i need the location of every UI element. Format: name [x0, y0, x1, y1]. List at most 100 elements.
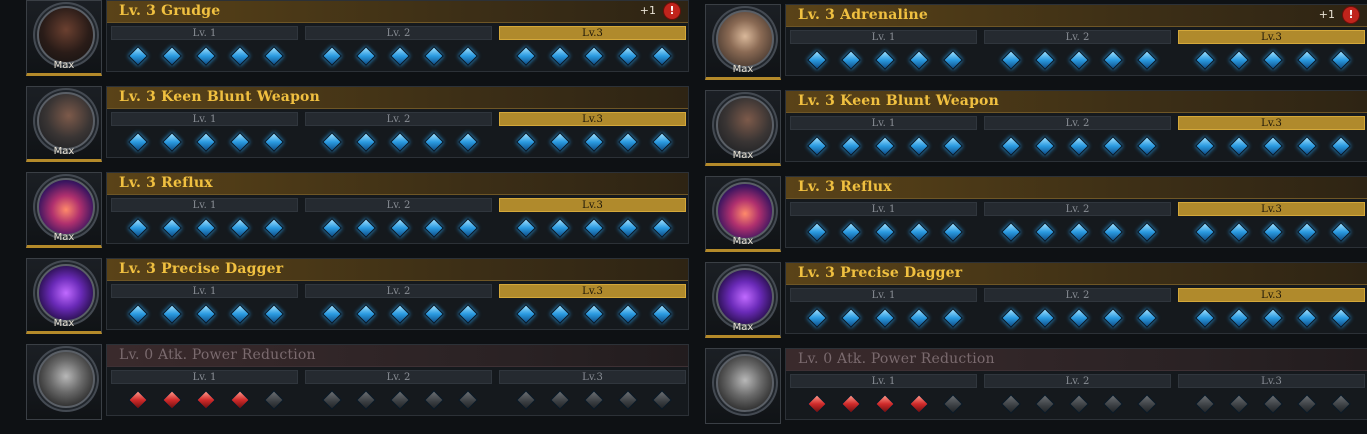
blue-diamond-node — [390, 218, 410, 238]
alert-icon[interactable]: ! — [1343, 7, 1359, 23]
engraving-icon-frame[interactable]: Max — [26, 258, 102, 334]
max-label: Max — [53, 146, 75, 157]
atk-engraving-icon — [716, 354, 774, 412]
red-diamond-node — [909, 394, 929, 414]
blue-diamond-node — [652, 218, 672, 238]
level-header: Lv.3 — [1178, 30, 1365, 44]
blue-diamond-node — [909, 222, 929, 242]
engraving-panel: Lv. 3 Keen Blunt Weapon Lv. 1 Lv. 2 Lv.3 — [106, 86, 689, 158]
blue-diamond-node — [807, 222, 827, 242]
blue-diamond-node — [516, 46, 536, 66]
level-block: Lv. 2 — [305, 370, 492, 414]
engraving-title: Lv. 3 Precise Dagger — [119, 261, 284, 277]
blue-diamond-node — [264, 218, 284, 238]
blue-diamond-node — [841, 308, 861, 328]
engraving-title: Lv. 3 Keen Blunt Weapon — [798, 93, 999, 109]
blue-diamond-node — [618, 46, 638, 66]
max-label: Max — [732, 322, 754, 333]
blue-diamond-node — [1103, 308, 1123, 328]
blue-diamond-node — [1263, 136, 1283, 156]
engraving-row[interactable]: Max Lv. 3 Precise Dagger Lv. 1 Lv. 2 Lv.3 — [24, 258, 689, 344]
blue-diamond-node — [1001, 136, 1021, 156]
engraving-row[interactable]: Max Lv. 3 Keen Blunt Weapon Lv. 1 Lv. 2 Lv.3 — [24, 86, 689, 172]
blue-diamond-node — [458, 304, 478, 324]
engraving-panel: Lv. 0 Atk. Power Reduction Lv. 1 Lv. 2 Lv.3 — [785, 348, 1367, 420]
level-block: Lv. 1 — [790, 202, 977, 246]
level-header: Lv. 1 — [790, 288, 977, 302]
level-block: Lv. 2 — [984, 202, 1171, 246]
blue-diamond-node — [1297, 50, 1317, 70]
blue-diamond-node — [390, 46, 410, 66]
blue-diamond-node — [356, 304, 376, 324]
engraving-row[interactable]: Max Lv. 3 Precise Dagger Lv. 1 Lv. 2 Lv.3 — [703, 262, 1367, 348]
engraving-icon-frame[interactable]: Max — [705, 176, 781, 252]
red-diamond-node — [162, 390, 182, 410]
blue-diamond-node — [1035, 50, 1055, 70]
blue-diamond-node — [356, 132, 376, 152]
title-bar: Lv. 0 Atk. Power Reduction — [786, 349, 1367, 371]
blue-diamond-node — [424, 46, 444, 66]
engraving-row[interactable]: Max Lv. 3 Reflux Lv. 1 Lv. 2 Lv.3 — [24, 172, 689, 258]
engraving-row[interactable]: Lv. 0 Atk. Power Reduction Lv. 1 Lv. 2 Lv.3 — [24, 344, 689, 430]
engraving-icon-frame[interactable] — [26, 344, 102, 420]
blue-diamond-node — [128, 46, 148, 66]
dagger-engraving-icon — [37, 264, 95, 322]
blue-diamond-node — [1331, 222, 1351, 242]
engraving-icon-frame[interactable]: Max — [26, 172, 102, 248]
blue-diamond-node — [618, 132, 638, 152]
blue-diamond-node — [652, 304, 672, 324]
level-nodes — [1178, 216, 1365, 246]
engraving-row[interactable]: Lv. 0 Atk. Power Reduction Lv. 1 Lv. 2 Lv.3 — [703, 348, 1367, 434]
engraving-icon-frame[interactable]: Max — [26, 86, 102, 162]
blue-diamond-node — [322, 218, 342, 238]
engraving-row[interactable]: Max Lv. 3 Reflux Lv. 1 Lv. 2 Lv.3 — [703, 176, 1367, 262]
red-diamond-node — [807, 394, 827, 414]
engraving-row[interactable]: Max Lv. 3 Grudge +1! Lv. 1 Lv. 2 Lv.3 — [24, 0, 689, 86]
blue-diamond-node — [652, 132, 672, 152]
blue-diamond-node — [162, 132, 182, 152]
engraving-icon-frame[interactable]: Max — [705, 90, 781, 166]
blue-diamond-node — [356, 218, 376, 238]
level-tracks: Lv. 1 Lv. 2 Lv.3 — [111, 26, 686, 70]
level-header: Lv. 2 — [305, 284, 492, 298]
level-header: Lv. 2 — [305, 370, 492, 384]
title-bar: Lv. 3 Grudge +1! — [107, 1, 688, 23]
engraving-icon-frame[interactable]: Max — [705, 4, 781, 80]
blue-diamond-node — [652, 46, 672, 66]
level-header: Lv. 1 — [111, 284, 298, 298]
level-nodes — [499, 126, 686, 156]
engraving-icon-frame[interactable] — [705, 348, 781, 424]
blue-diamond-node — [424, 304, 444, 324]
atk-engraving-icon — [37, 350, 95, 408]
engraving-row[interactable]: Max Lv. 3 Keen Blunt Weapon Lv. 1 Lv. 2 Lv.3 — [703, 90, 1367, 176]
level-nodes — [499, 384, 686, 414]
blue-diamond-node — [1103, 222, 1123, 242]
level-header: Lv. 2 — [984, 288, 1171, 302]
level-block: Lv. 2 — [305, 26, 492, 70]
level-tracks: Lv. 1 Lv. 2 Lv.3 — [111, 284, 686, 328]
level-nodes — [790, 388, 977, 418]
blue-diamond-node — [1195, 222, 1215, 242]
red-diamond-node — [128, 390, 148, 410]
grey-diamond-node — [1263, 394, 1283, 414]
grey-diamond-node — [618, 390, 638, 410]
grey-diamond-node — [1137, 394, 1157, 414]
engraving-row[interactable]: Max Lv. 3 Adrenaline +1! Lv. 1 Lv. 2 Lv.3 — [703, 4, 1367, 90]
blue-diamond-node — [1229, 222, 1249, 242]
level-tracks: Lv. 1 Lv. 2 Lv.3 — [111, 370, 686, 414]
level-header: Lv. 2 — [984, 202, 1171, 216]
engraving-icon-frame[interactable]: Max — [705, 262, 781, 338]
level-block: Lv.3 — [1178, 116, 1365, 160]
alert-icon[interactable]: ! — [664, 3, 680, 19]
blue-diamond-node — [807, 308, 827, 328]
adren-engraving-icon — [716, 10, 774, 68]
keen-engraving-icon — [716, 96, 774, 154]
blue-diamond-node — [1297, 222, 1317, 242]
blue-diamond-node — [875, 50, 895, 70]
engraving-panel: Lv. 3 Keen Blunt Weapon Lv. 1 Lv. 2 Lv.3 — [785, 90, 1367, 162]
level-nodes — [790, 130, 977, 160]
engraving-icon-frame[interactable]: Max — [26, 0, 102, 76]
level-nodes — [790, 302, 977, 332]
blue-diamond-node — [356, 46, 376, 66]
grey-diamond-node — [1331, 394, 1351, 414]
